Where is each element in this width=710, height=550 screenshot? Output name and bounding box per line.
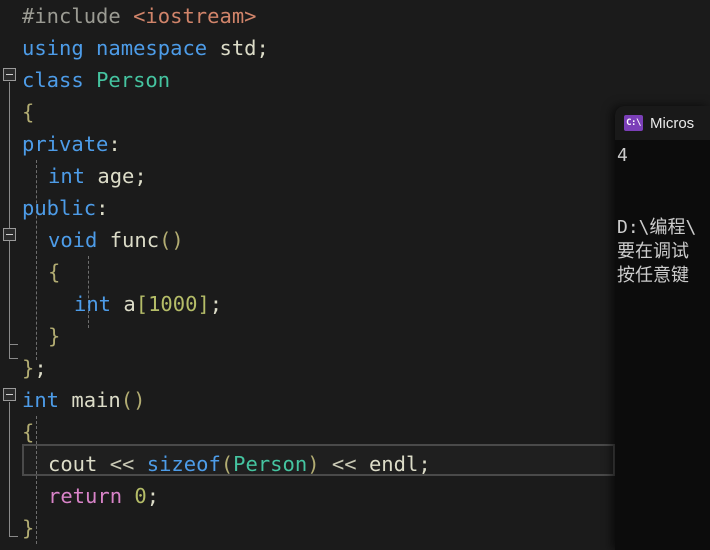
code-line-12[interactable]: }; (22, 352, 47, 384)
code-token: int (48, 164, 98, 188)
code-editor[interactable]: #include <iostream> using namespace std; c… (0, 0, 710, 550)
code-token: ; (209, 292, 223, 316)
code-token: ; (146, 484, 160, 508)
code-token: return (48, 484, 135, 508)
code-line-5[interactable]: private: (22, 128, 121, 160)
code-text-area[interactable]: #include <iostream> using namespace std; c… (0, 0, 710, 550)
code-token: func (109, 228, 160, 252)
console-line: D:\编程\ (617, 217, 697, 238)
code-token: private (22, 132, 109, 156)
code-line-3[interactable]: class Person (22, 64, 170, 96)
code-token: main (71, 388, 121, 412)
code-line-10[interactable]: int a[1000]; (74, 288, 222, 320)
code-line-11[interactable]: } (48, 320, 60, 352)
code-line-1[interactable]: #include <iostream> (22, 0, 257, 32)
code-token: : (108, 132, 121, 156)
code-line-4[interactable]: { (22, 96, 34, 128)
code-line-8[interactable]: void func() (48, 224, 184, 256)
code-line-13[interactable]: int main() (22, 384, 145, 416)
code-token: () (120, 388, 146, 412)
code-token: void (48, 228, 110, 252)
console-line: 按任意键 (617, 265, 689, 286)
code-token: using namespace (22, 36, 220, 60)
code-token: int (74, 292, 124, 316)
code-line-2[interactable]: using namespace std; (22, 32, 269, 64)
code-token: ; (34, 356, 47, 380)
code-line-14[interactable]: { (22, 416, 34, 448)
code-line-17[interactable]: } (22, 512, 34, 544)
code-token: << (319, 452, 369, 476)
code-token: : (96, 196, 109, 220)
code-line-7[interactable]: public: (22, 192, 108, 224)
code-token: class (22, 68, 97, 92)
code-line-6[interactable]: int age; (48, 160, 147, 192)
code-token: } (22, 356, 35, 380)
code-token: endl (368, 452, 419, 476)
console-line: 要在调试 (617, 241, 689, 262)
console-titlebar[interactable]: C:\ Micros (615, 106, 710, 140)
code-token: 1000 (148, 292, 198, 316)
code-line-15[interactable]: cout << sizeof(Person) << endl; (48, 448, 431, 480)
code-token: Person (96, 68, 171, 92)
code-token: } (22, 516, 35, 540)
code-token: ] (197, 292, 210, 316)
code-token: ; (256, 36, 269, 60)
console-cmd-icon: C:\ (624, 115, 643, 131)
code-token: { (22, 100, 35, 124)
code-token: } (48, 324, 61, 348)
code-token: ; (418, 452, 431, 476)
code-token: () (159, 228, 184, 252)
code-token: int (22, 388, 72, 412)
microsoft-console-window[interactable]: C:\ Micros 4 D:\编程\ 要在调试按任意键 (615, 106, 710, 550)
code-line-16[interactable]: return 0; (48, 480, 159, 512)
code-token: a (123, 292, 136, 316)
code-token: ) (307, 452, 320, 476)
console-window-title: Micros (650, 114, 695, 132)
code-token: cout (48, 452, 110, 476)
code-token: [ (135, 292, 149, 316)
code-token: ( (220, 452, 234, 476)
console-line: 4 (617, 145, 628, 166)
code-token: << (109, 452, 147, 476)
code-token: <iostream> (133, 4, 257, 28)
console-output[interactable]: 4 D:\编程\ 要在调试按任意键 (615, 140, 710, 550)
code-token: Person (233, 452, 308, 476)
code-token: { (22, 420, 35, 444)
code-token: ; (134, 164, 147, 188)
code-token: { (48, 260, 61, 284)
code-line-9[interactable]: { (48, 256, 60, 288)
code-token: 0 (134, 484, 147, 508)
code-token: sizeof (146, 452, 221, 476)
code-token: public (22, 196, 97, 220)
code-token: #include (22, 4, 134, 28)
code-token: age (97, 164, 135, 188)
code-token: std (219, 36, 257, 60)
